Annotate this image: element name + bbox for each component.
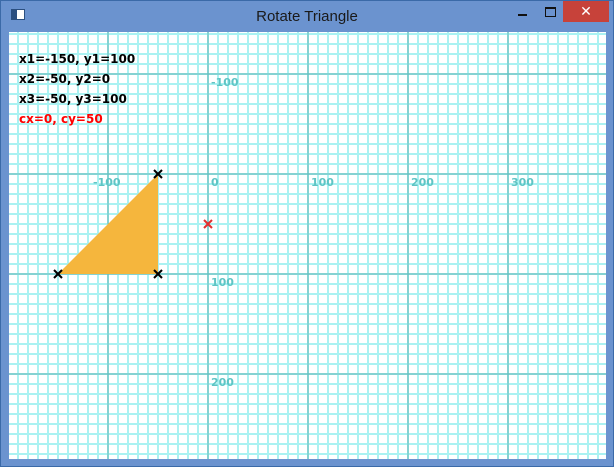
drawing-canvas[interactable]: -100 0 100 200 300 -100 100 200 x1=-150, y1=100… [9,32,606,459]
maximize-icon [544,6,556,17]
x-axis-tick-label: 100 [311,176,334,189]
center-readout: cx=0, cy=50 [19,112,103,126]
x-axis-tick-label: 300 [511,176,534,189]
x-axis-tick-label: 200 [411,176,434,189]
close-button[interactable]: ✕ [563,1,609,22]
y-axis-tick-label: -100 [211,76,239,89]
minimize-icon [517,13,527,16]
minimize-button[interactable] [509,1,535,22]
y-axis-tick-label: 100 [211,276,234,289]
x-axis-tick-label: 0 [211,176,219,189]
coordinate-readout: x1=-150, y1=100 x2=-50, y2=0 x3=-50, y3=… [19,52,135,132]
app-window: Rotate Triangle ✕ -100 0 100 200 300 -100 100 2… [0,0,614,467]
vertex-3-readout: x3=-50, y3=100 [19,92,127,106]
title-bar[interactable]: Rotate Triangle ✕ [1,1,613,33]
y-axis-tick-label: 200 [211,376,234,389]
close-icon: ✕ [580,3,592,20]
vertex-1-readout: x1=-150, y1=100 [19,52,136,66]
vertex-2-readout: x2=-50, y2=0 [19,72,111,86]
x-axis-tick-label: -100 [93,176,121,189]
maximize-button[interactable] [537,1,563,22]
